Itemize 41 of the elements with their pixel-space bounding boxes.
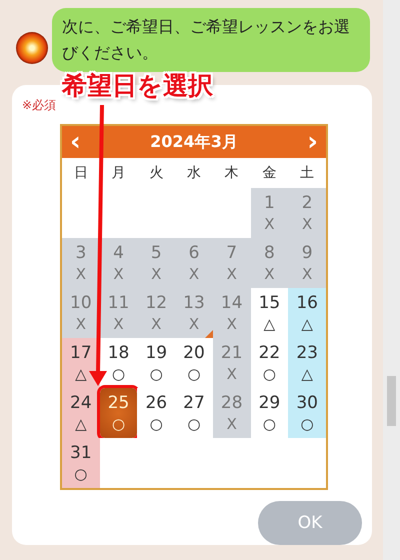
weekday-label: 土 [299,164,316,183]
weekday-label: 金 [261,164,278,183]
date-cell[interactable]: 5 X [137,238,176,288]
date-cell[interactable]: 25 ○ [100,388,138,438]
date-cell[interactable]: 9 X [288,238,326,288]
date-cell[interactable]: 16 △ [288,288,326,338]
date-cell[interactable]: 10 X [62,288,100,338]
date-cell[interactable]: 30 ○ [288,388,326,438]
date-cell[interactable]: 22 ○ [250,338,288,388]
previous-month-button[interactable]: ‹ [70,127,81,157]
date-cell[interactable]: 1 X [250,188,288,238]
scrollbar-thumb[interactable] [387,376,396,426]
date-cell[interactable]: 12 X [137,288,176,338]
required-label: ※必須 [22,97,58,113]
date-cell[interactable]: 31 ○ [62,438,100,488]
date-cell[interactable]: 11 X [100,288,138,338]
avatar-icon [16,32,48,64]
date-cell[interactable]: 28 X [212,388,251,438]
date-cell[interactable]: 8 X [250,238,288,288]
date-cell[interactable]: 24 △ [62,388,100,438]
weekday-label: 日 [72,164,89,183]
weekday-label: 月 [110,164,127,183]
weekday-label: 火 [148,164,164,183]
date-cell[interactable]: 15 △ [250,288,288,338]
date-cell[interactable]: 4 X [100,238,138,288]
scrollbar[interactable] [383,0,400,560]
weekday-label: 木 [224,164,240,183]
date-cell[interactable]: 2 X [288,188,326,238]
date-cell[interactable]: 3 X [62,238,100,288]
date-cell[interactable]: 23 △ [288,338,326,388]
next-month-button[interactable]: › [307,127,318,157]
date-cell[interactable]: 14 X [212,288,251,338]
weekday-label: 水 [186,164,202,183]
month-title: 2024年3月 [150,132,238,152]
date-cell[interactable]: 21 X [212,338,251,388]
date-cell[interactable]: 29 ○ [250,388,288,438]
annotation-label: 希望日を選択 [62,70,213,102]
date-cell[interactable]: 6 X [175,238,213,288]
date-cell[interactable]: 13 X [175,288,213,338]
message-bubble: 次に、ご希望日、ご希望レッスンをお選びください。 [52,8,370,72]
date-cell[interactable]: 7 X [212,238,251,288]
